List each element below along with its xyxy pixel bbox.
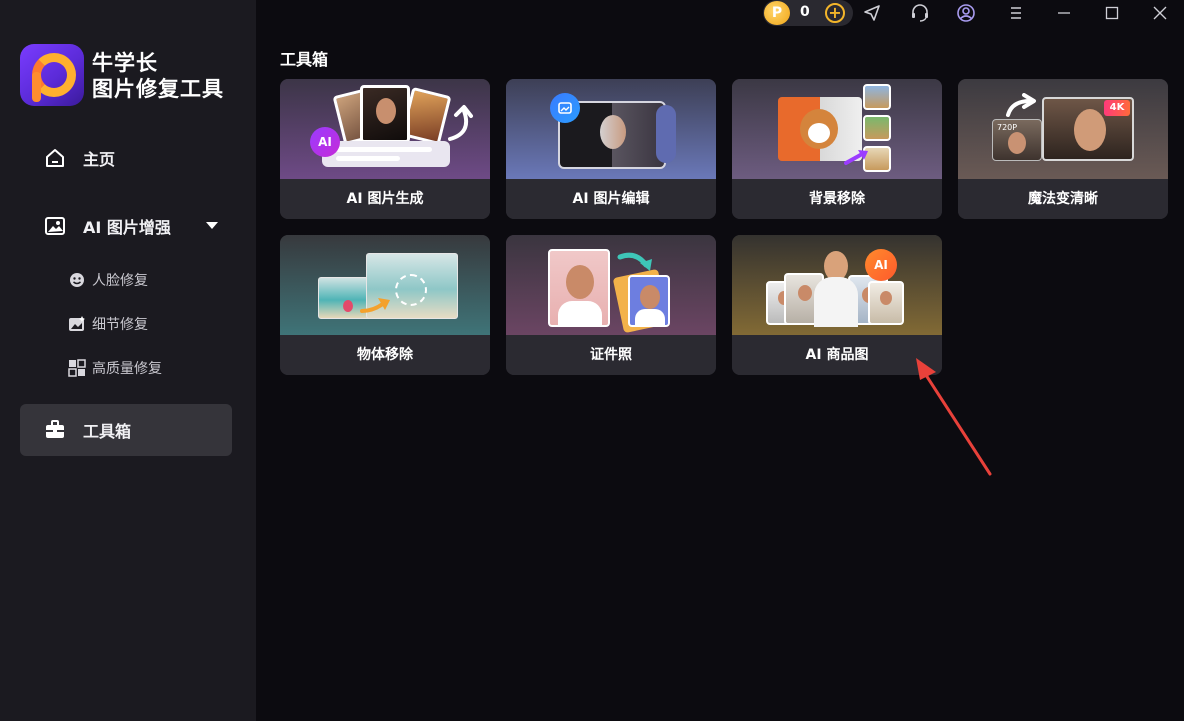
sidebar-item-home-label: 主页 bbox=[83, 150, 116, 169]
product-photo bbox=[868, 281, 904, 325]
sidebar-subitem-label: 人脸修复 bbox=[92, 273, 148, 289]
curved-arrow-icon bbox=[617, 252, 652, 271]
image-ai-icon bbox=[44, 215, 66, 237]
id-photo bbox=[628, 275, 670, 327]
headset-icon[interactable] bbox=[910, 3, 930, 23]
main-content: 工具箱 AI AI 图片生成 AI 图片编辑 背景移除 720P 4K 魔法变清… bbox=[256, 26, 1184, 721]
minimize-icon[interactable] bbox=[1054, 3, 1074, 23]
ai-badge-icon: AI bbox=[865, 249, 897, 281]
app-name-line1: 牛学长 bbox=[92, 51, 158, 75]
card-thumbnail bbox=[506, 235, 716, 335]
face-smile-icon bbox=[68, 271, 86, 289]
coin-count: 0 bbox=[800, 4, 810, 20]
tool-card-magic-enhance[interactable]: 720P 4K 魔法变清晰 bbox=[958, 79, 1168, 219]
card-label: 背景移除 bbox=[732, 179, 942, 219]
sidebar-item-toolbox[interactable]: 工具箱 bbox=[20, 404, 232, 456]
variant-photo bbox=[863, 115, 891, 141]
card-label: AI 图片编辑 bbox=[506, 179, 716, 219]
tool-card-object-removal[interactable]: 物体移除 bbox=[280, 235, 490, 375]
sidebar-item-toolbox-label: 工具箱 bbox=[83, 422, 132, 441]
sidebar-item-home[interactable]: 主页 bbox=[20, 132, 232, 184]
toolbox-icon bbox=[44, 419, 66, 441]
portrait-photo bbox=[548, 249, 610, 327]
title-bar: P 0 + bbox=[256, 0, 1184, 26]
card-thumbnail bbox=[732, 79, 942, 179]
ai-badge-icon: AI bbox=[310, 127, 340, 157]
model-figure bbox=[812, 247, 860, 327]
ai-badge-text: AI bbox=[874, 258, 888, 272]
card-label: AI 图片生成 bbox=[280, 179, 490, 219]
card-label: 物体移除 bbox=[280, 335, 490, 375]
tool-card-ai-image-generate[interactable]: AI AI 图片生成 bbox=[280, 79, 490, 219]
image-quality-icon bbox=[68, 359, 86, 377]
send-icon[interactable] bbox=[862, 3, 882, 23]
card-thumbnail bbox=[280, 235, 490, 335]
prompt-box bbox=[322, 141, 450, 167]
sample-photo bbox=[360, 85, 410, 143]
close-icon[interactable] bbox=[1150, 3, 1170, 23]
curved-arrow-icon bbox=[1006, 93, 1036, 117]
sidebar-subitem-label: 细节修复 bbox=[92, 317, 148, 333]
edit-tools-panel bbox=[656, 105, 676, 163]
sidebar-subitem-label: 高质量修复 bbox=[92, 361, 162, 377]
curved-arrow-icon bbox=[448, 105, 473, 141]
app-name: 牛学长 图片修复工具 bbox=[92, 50, 224, 102]
coin-icon: P bbox=[764, 1, 790, 25]
user-account-icon[interactable] bbox=[956, 3, 976, 23]
maximize-icon[interactable] bbox=[1102, 3, 1122, 23]
sidebar-subitem-hq-repair[interactable]: 高质量修复 bbox=[68, 358, 162, 378]
app-logo bbox=[20, 44, 84, 106]
resolution-720p: 720P bbox=[997, 123, 1018, 132]
add-coins-icon[interactable]: + bbox=[825, 3, 845, 23]
image-sparkle-icon bbox=[68, 315, 86, 333]
sidebar-item-ai-enhance-label: AI 图片增强 bbox=[83, 218, 171, 237]
ai-badge-text: AI bbox=[318, 135, 332, 149]
tool-card-ai-image-edit[interactable]: AI 图片编辑 bbox=[506, 79, 716, 219]
arrow-right-icon bbox=[844, 150, 868, 165]
card-thumbnail bbox=[506, 79, 716, 179]
sidebar-item-ai-enhance[interactable]: AI 图片增强 bbox=[20, 200, 232, 252]
page-title: 工具箱 bbox=[280, 50, 329, 69]
card-thumbnail: AI bbox=[732, 235, 942, 335]
card-label: 证件照 bbox=[506, 335, 716, 375]
variant-photo bbox=[863, 84, 891, 110]
home-icon bbox=[44, 147, 66, 169]
menu-icon[interactable] bbox=[1006, 3, 1026, 23]
card-label: 魔法变清晰 bbox=[958, 179, 1168, 219]
resolution-4k-badge: 4K bbox=[1104, 100, 1130, 116]
add-image-icon bbox=[550, 93, 580, 123]
app-name-line2: 图片修复工具 bbox=[92, 77, 224, 101]
app-window: 牛学长 图片修复工具 主页 AI 图片增强 人脸修复 细节修复 高质量修复 工具… bbox=[0, 0, 1184, 721]
coin-symbol: P bbox=[771, 5, 783, 21]
card-thumbnail: AI bbox=[280, 79, 490, 179]
chevron-down-icon[interactable] bbox=[206, 222, 218, 229]
card-thumbnail: 720P 4K bbox=[958, 79, 1168, 179]
low-res-photo: 720P bbox=[992, 119, 1042, 161]
sidebar-subitem-detail-repair[interactable]: 细节修复 bbox=[68, 314, 148, 334]
sidebar-subitem-face-repair[interactable]: 人脸修复 bbox=[68, 270, 148, 290]
annotation-arrow bbox=[916, 358, 992, 476]
sidebar: 牛学长 图片修复工具 主页 AI 图片增强 人脸修复 细节修复 高质量修复 工具… bbox=[0, 0, 256, 721]
tool-card-background-removal[interactable]: 背景移除 bbox=[732, 79, 942, 219]
arrow-right-icon bbox=[360, 298, 390, 313]
tool-card-id-photo[interactable]: 证件照 bbox=[506, 235, 716, 375]
